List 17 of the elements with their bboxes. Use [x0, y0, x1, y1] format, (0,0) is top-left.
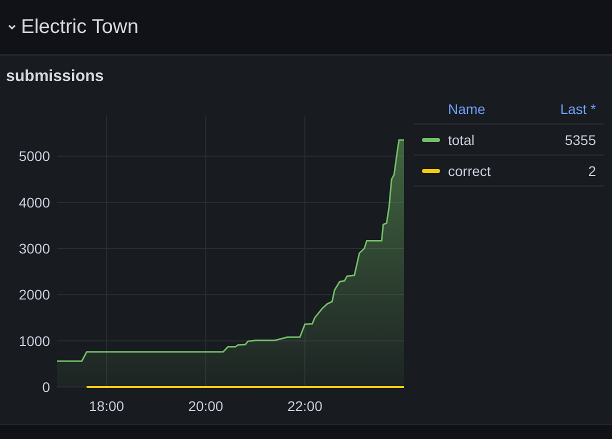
y-tick-label: 3000: [18, 240, 50, 256]
y-tick-label: 5000: [18, 148, 50, 164]
legend-header[interactable]: Name: [448, 100, 486, 116]
legend-header[interactable]: Last *: [560, 100, 596, 116]
y-tick-label: 2000: [18, 286, 50, 303]
last-value: 2: [588, 162, 596, 178]
panel-title: submissions: [6, 68, 104, 85]
x-tick-label: 18:00: [89, 398, 124, 414]
y-tick-label: 4000: [18, 194, 50, 210]
series-name[interactable]: correct: [448, 162, 491, 178]
series-name[interactable]: total: [448, 132, 474, 148]
y-tick-label: 1000: [18, 332, 50, 349]
row-title[interactable]: Electric Town: [21, 16, 138, 38]
y-tick-label: 0: [42, 379, 50, 395]
x-tick-label: 22:00: [287, 398, 322, 414]
last-value: 5355: [564, 132, 596, 148]
x-tick-label: 20:00: [188, 398, 224, 414]
